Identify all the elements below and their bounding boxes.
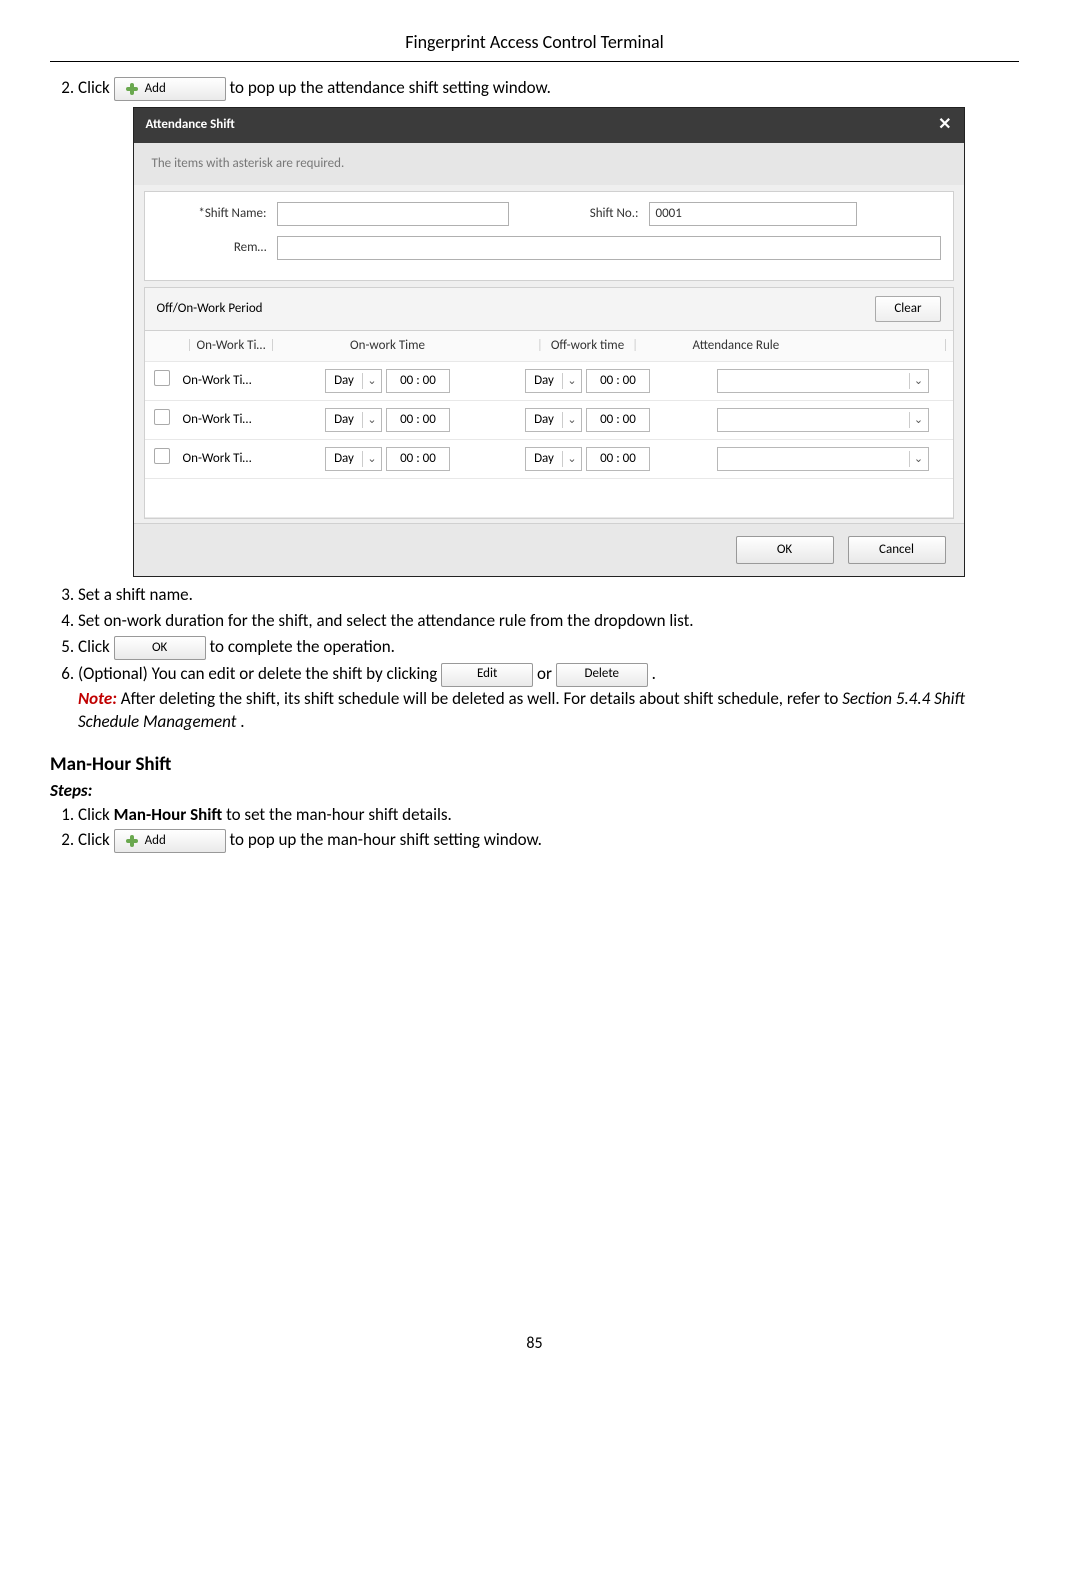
step-3: Set a shift name.	[78, 583, 1019, 607]
add-button[interactable]: Add	[114, 829, 226, 853]
attendance-rule-select[interactable]: ⌄	[717, 447, 929, 471]
note-label: Note:	[78, 688, 117, 709]
attendance-rule-select[interactable]: ⌄	[717, 369, 929, 393]
grid-header: |On-Work Ti…| On-work Time |Off-work tim…	[145, 331, 953, 362]
col-name: On-Work Ti…	[197, 338, 266, 353]
manhour-step-1: Click Man-Hour Shift to set the man-hour…	[78, 803, 1019, 827]
edit-button[interactable]: Edit	[441, 663, 533, 687]
plus-icon	[125, 834, 139, 848]
col-rule: Attendance Rule	[693, 337, 780, 355]
cancel-button[interactable]: Cancel	[848, 536, 946, 564]
page-header: Fingerprint Access Control Terminal	[50, 30, 1019, 62]
table-row: On-Work Ti… Day⌄ 00 : 00 Day⌄ 00 : 00 ⌄	[145, 440, 953, 479]
dialog-title: Attendance Shift	[146, 116, 235, 134]
mh-s1-post: to set the man-hour shift details.	[226, 804, 452, 825]
shift-no-label: Shift No.:	[509, 205, 649, 223]
step-4: Set on-work duration for the shift, and …	[78, 609, 1019, 633]
table-row: On-Work Ti… Day⌄ 00 : 00 Day⌄ 00 : 00 ⌄	[145, 362, 953, 401]
offwork-day-select[interactable]: Day⌄	[525, 369, 582, 393]
offwork-day-select[interactable]: Day⌄	[525, 447, 582, 471]
step-5: Click OK to complete the operation.	[78, 635, 1019, 660]
steps-label: Steps:	[50, 779, 1019, 803]
attendance-rule-select[interactable]: ⌄	[717, 408, 929, 432]
onwork-time-input[interactable]: 00 : 00	[386, 369, 450, 393]
manhour-heading: Man-Hour Shift	[50, 752, 1019, 779]
step-2-pre: Click	[78, 77, 114, 98]
delete-button[interactable]: Delete	[556, 663, 648, 687]
row-name: On-Work Ti…	[179, 450, 293, 468]
chevron-down-icon: ⌄	[562, 373, 581, 388]
mh-s2-post: to pop up the man-hour shift setting win…	[229, 829, 541, 850]
row-checkbox[interactable]	[154, 409, 170, 425]
shift-no-input[interactable]: 0001	[649, 202, 857, 226]
remark-row: Rem…	[157, 236, 941, 260]
step-6-post: .	[652, 663, 656, 684]
steps-list-top: Click Add to pop up the attendance shift…	[50, 76, 1019, 734]
attendance-shift-dialog: Attendance Shift ✕ The items with asteri…	[133, 107, 965, 577]
step-6: (Optional) You can edit or delete the sh…	[78, 662, 1019, 735]
table-row: On-Work Ti… Day⌄ 00 : 00 Day⌄ 00 : 00 ⌄	[145, 401, 953, 440]
onwork-day-select[interactable]: Day⌄	[325, 408, 382, 432]
chevron-down-icon: ⌄	[562, 451, 581, 466]
row-name: On-Work Ti…	[179, 411, 293, 429]
period-section-header: Off/On-Work Period Clear	[144, 287, 954, 331]
step-5-pre: Click	[78, 636, 114, 657]
chevron-down-icon: ⌄	[562, 412, 581, 427]
modal-screenshot-wrap: Attendance Shift ✕ The items with asteri…	[78, 107, 1019, 577]
ok-button[interactable]: OK	[736, 536, 834, 564]
ok-button-inline[interactable]: OK	[114, 636, 206, 660]
offwork-time-input[interactable]: 00 : 00	[586, 369, 650, 393]
step-2-post: to pop up the attendance shift setting w…	[229, 77, 550, 98]
shift-name-input[interactable]	[277, 202, 509, 226]
col-offtime: Off-work time	[551, 337, 624, 355]
add-button-label: Add	[145, 832, 166, 850]
offwork-day-select[interactable]: Day⌄	[525, 408, 582, 432]
period-grid: |On-Work Ti…| On-work Time |Off-work tim…	[144, 331, 954, 519]
shift-name-row: *Shift Name: Shift No.: 0001	[157, 202, 941, 226]
form-panel: *Shift Name: Shift No.: 0001 Rem…	[144, 191, 954, 281]
chevron-down-icon: ⌄	[909, 451, 928, 466]
step-6-pre: (Optional) You can edit or delete the sh…	[78, 663, 441, 684]
page-number: 85	[50, 1333, 1019, 1355]
onwork-day-select[interactable]: Day⌄	[325, 369, 382, 393]
row-checkbox[interactable]	[154, 448, 170, 464]
step-6-mid: or	[537, 663, 556, 684]
offwork-time-input[interactable]: 00 : 00	[586, 408, 650, 432]
close-icon[interactable]: ✕	[938, 114, 951, 136]
onwork-day-select[interactable]: Day⌄	[325, 447, 382, 471]
add-button-label: Add	[145, 80, 166, 98]
note-end: .	[240, 711, 244, 732]
dialog-titlebar: Attendance Shift ✕	[134, 108, 964, 142]
onwork-time-input[interactable]: 00 : 00	[386, 408, 450, 432]
add-button[interactable]: Add	[114, 77, 226, 101]
col-ontime: On-work Time	[350, 337, 425, 355]
table-row-empty	[145, 479, 953, 518]
remark-label: Rem…	[157, 239, 277, 257]
onwork-time-input[interactable]: 00 : 00	[386, 447, 450, 471]
required-hint: The items with asterisk are required.	[134, 143, 964, 185]
clear-button[interactable]: Clear	[875, 296, 940, 322]
row-name: On-Work Ti…	[179, 372, 293, 390]
chevron-down-icon: ⌄	[362, 451, 381, 466]
mh-s1-bold: Man-Hour Shift	[114, 804, 223, 825]
manhour-step-2: Click Add to pop up the man-hour shift s…	[78, 828, 1019, 853]
shift-name-label: *Shift Name:	[157, 205, 277, 223]
remark-input[interactable]	[277, 236, 941, 260]
chevron-down-icon: ⌄	[909, 412, 928, 427]
dialog-footer: OK Cancel	[134, 523, 964, 576]
row-checkbox[interactable]	[154, 370, 170, 386]
offwork-time-input[interactable]: 00 : 00	[586, 447, 650, 471]
plus-icon	[125, 82, 139, 96]
step-2: Click Add to pop up the attendance shift…	[78, 76, 1019, 577]
period-section-title: Off/On-Work Period	[157, 300, 263, 318]
mh-s2-pre: Click	[78, 829, 114, 850]
steps-list-manhour: Click Man-Hour Shift to set the man-hour…	[50, 803, 1019, 854]
note-text: After deleting the shift, its shift sche…	[121, 688, 842, 709]
chevron-down-icon: ⌄	[362, 412, 381, 427]
mh-s1-pre: Click	[78, 804, 114, 825]
chevron-down-icon: ⌄	[362, 373, 381, 388]
chevron-down-icon: ⌄	[909, 373, 928, 388]
step-5-post: to complete the operation.	[209, 636, 394, 657]
